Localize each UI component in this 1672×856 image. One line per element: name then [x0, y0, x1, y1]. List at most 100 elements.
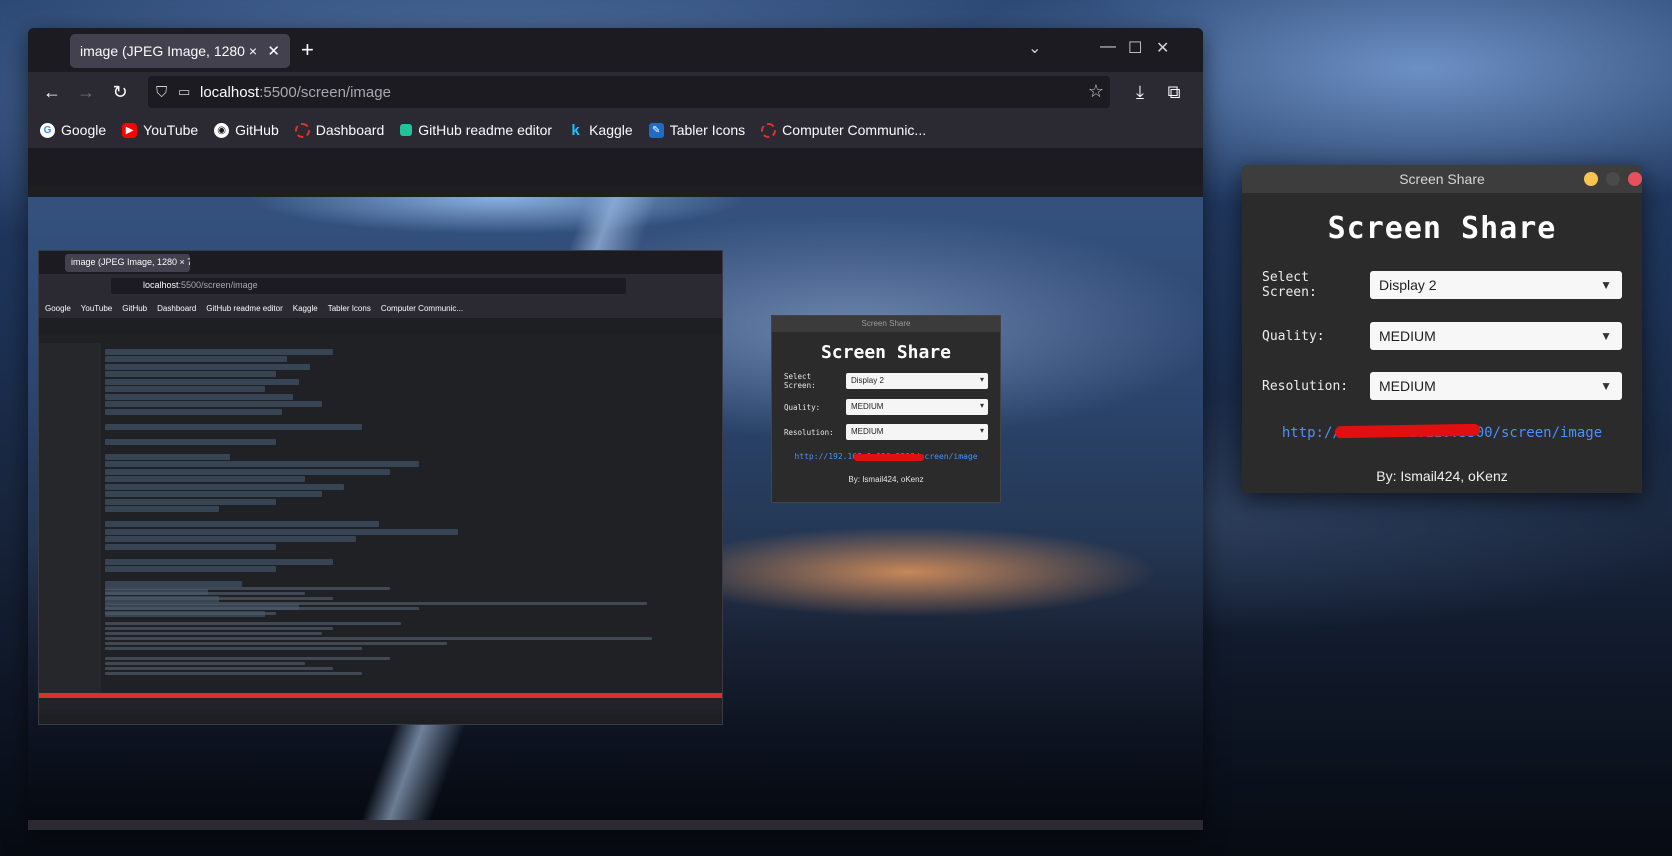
share-credits: By: Ismail424, oKenz: [1376, 468, 1508, 484]
terminal-line: [105, 592, 305, 595]
terminal-line: [105, 602, 647, 605]
bookmark-star-icon[interactable]: ☆: [1088, 81, 1104, 102]
maximize-dot-icon[interactable]: [1606, 172, 1620, 186]
quality-dropdown[interactable]: MEDIUM ▼: [1370, 322, 1622, 350]
back-icon[interactable]: ←: [40, 80, 64, 104]
terminal-line: [105, 587, 390, 590]
code-line: [105, 498, 276, 505]
close-tab-icon[interactable]: ✕: [267, 42, 280, 60]
tab-title: image (JPEG Image, 1280 × 720 pixels): [80, 43, 261, 59]
mini-quality-value: MEDIUM: [846, 399, 988, 415]
shield-icon[interactable]: ⛉: [156, 84, 178, 101]
bookmark-label: YouTube: [143, 122, 199, 138]
code-line: [105, 408, 282, 415]
ide-terminal: [105, 585, 675, 690]
code-line: [105, 401, 322, 407]
inner-bookmark: GitHub: [122, 303, 148, 313]
code-line: [105, 558, 333, 565]
image-viewport: image (JPEG Image, 1280 × 720 pixels) lo…: [28, 185, 1203, 830]
share-link-wrap: http://192.168.1.110:5500/screen/image: [1242, 423, 1642, 442]
code-line: [105, 356, 288, 362]
inner-bookmark: Computer Communic...: [380, 303, 464, 313]
new-tab-icon[interactable]: +: [301, 37, 314, 63]
mini-select-label: Select Screen:: [784, 372, 816, 390]
minimize-window-icon[interactable]: —: [1100, 38, 1116, 56]
code-line: [105, 476, 305, 482]
select-screen-label: Select Screen:: [1262, 270, 1317, 300]
bookmark-readme-editor[interactable]: GitHub readme editor: [400, 122, 552, 138]
resolution-row: Resolution: MEDIUM ▼: [1242, 372, 1642, 400]
bookmark-github[interactable]: ◉ GitHub: [214, 122, 279, 138]
mini-select-row: Select Screen: Display 2: [784, 372, 988, 390]
code-line: [105, 506, 219, 512]
tab-image[interactable]: image (JPEG Image, 1280 × 720 pixels) ✕: [70, 34, 290, 68]
inner-tab: image (JPEG Image, 1280 × 720 pixels): [65, 254, 190, 272]
bookmark-tabler-icons[interactable]: ✎ Tabler Icons: [648, 122, 746, 138]
mini-select-value: Display 2: [846, 373, 988, 389]
resolution-dropdown[interactable]: MEDIUM ▼: [1370, 372, 1622, 400]
page-icon: ▭: [178, 84, 191, 99]
code-line: [105, 461, 419, 467]
circle-dashed-icon: [761, 122, 777, 138]
bookmark-label: Tabler Icons: [669, 122, 746, 138]
terminal-line: [105, 597, 333, 600]
mini-resolution-row: Resolution: MEDIUM: [784, 424, 988, 440]
bookmark-label: GitHub: [235, 122, 279, 138]
bookmark-dashboard[interactable]: Dashboard: [294, 122, 384, 138]
github-icon: ◉: [214, 122, 230, 138]
list-all-tabs-icon[interactable]: ⌄: [1028, 38, 1041, 58]
image-top-border: [28, 185, 1203, 197]
menu-icon[interactable]: ≡: [1196, 80, 1204, 104]
code-line: [105, 348, 333, 355]
select-screen-row: Select Screen: Display 2 ▼: [1242, 270, 1642, 300]
mini-resolution-value: MEDIUM: [846, 424, 988, 440]
share-window-title: Screen Share: [1399, 171, 1485, 187]
browser-window: image (JPEG Image, 1280 × 720 pixels) ✕ …: [28, 28, 1203, 830]
code-line: [105, 386, 265, 392]
close-dot-icon[interactable]: [1628, 172, 1642, 186]
code-line: [105, 378, 299, 385]
close-window-icon[interactable]: ✕: [1156, 38, 1169, 58]
dashboard-icon: [294, 122, 310, 138]
code-line: [105, 393, 294, 400]
inner-screen-share-window: Screen Share Screen Share Select Screen:…: [771, 315, 1001, 503]
code-line: [105, 371, 276, 377]
forward-icon[interactable]: →: [74, 80, 98, 104]
resolution-value: MEDIUM: [1379, 378, 1436, 394]
terminal-line: [105, 642, 447, 645]
terminal-line: [105, 607, 419, 610]
terminal-line: [105, 622, 402, 625]
quality-value: MEDIUM: [1379, 328, 1436, 344]
google-icon: G: [40, 122, 55, 138]
bookmark-computer-communic[interactable]: Computer Communic...: [761, 122, 926, 138]
inner-bookmark: Kaggle: [292, 303, 318, 313]
youtube-icon: ▶: [122, 122, 138, 138]
bookmarks-bar: G Google ▶ YouTube ◉ GitHub Dashboard Gi…: [28, 112, 1203, 148]
terminal-line: [105, 662, 305, 665]
code-line: [105, 453, 231, 460]
extensions-icon[interactable]: ⧉: [1162, 80, 1186, 104]
inner-bookmark: Dashboard: [157, 303, 197, 313]
maximize-window-icon[interactable]: ☐: [1128, 38, 1142, 58]
url-bar[interactable]: ⛉ ▭ localhost :5500/screen/image ☆: [148, 76, 1110, 108]
terminal-line: [105, 657, 390, 660]
code-line: [105, 491, 322, 497]
inner-browser-screenshot: image (JPEG Image, 1280 × 720 pixels) lo…: [38, 250, 723, 725]
screen-share-window: Screen Share Screen Share Select Screen:…: [1242, 165, 1642, 493]
inner-ide-screenshot: [39, 335, 722, 715]
kaggle-icon: k: [571, 121, 580, 139]
select-screen-dropdown[interactable]: Display 2 ▼: [1370, 271, 1622, 299]
ide-code-area: [105, 347, 675, 617]
minimize-dot-icon[interactable]: [1584, 172, 1598, 186]
url-host: localhost: [200, 83, 260, 101]
bookmark-youtube[interactable]: ▶ YouTube: [122, 122, 198, 138]
reload-icon[interactable]: ↻: [108, 80, 132, 104]
bookmark-kaggle[interactable]: k Kaggle: [568, 121, 633, 139]
browser-footer: [28, 820, 1203, 830]
bookmark-google[interactable]: G Google: [40, 122, 106, 138]
inner-nav-bar: localhost:5500/screen/image: [39, 274, 722, 298]
bookmark-label: Kaggle: [589, 122, 633, 138]
downloads-icon[interactable]: ⤓: [1128, 80, 1152, 104]
tabler-icon: ✎: [648, 122, 664, 138]
mini-quality-label: Quality:: [784, 402, 821, 412]
